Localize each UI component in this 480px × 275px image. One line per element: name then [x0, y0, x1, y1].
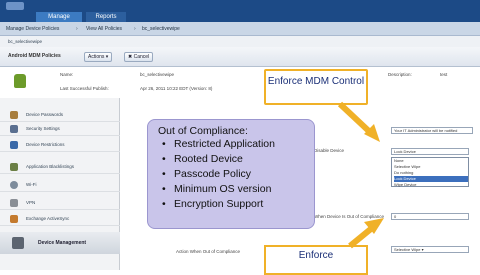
- out-of-compliance-box: Out of Compliance: Restricted Applicatio…: [147, 119, 315, 229]
- compliance-item: Passcode Policy: [162, 167, 314, 182]
- compliance-item: Encryption Support: [162, 197, 314, 212]
- compliance-box-title: Out of Compliance:: [158, 125, 248, 137]
- compliance-list: Restricted Application Rooted Device Pas…: [162, 137, 314, 212]
- compliance-item: Restricted Application: [162, 137, 314, 152]
- arrow-icon: [337, 101, 380, 142]
- compliance-item: Minimum OS version: [162, 182, 314, 197]
- compliance-item: Rooted Device: [162, 152, 314, 167]
- arrow-icon: [348, 218, 384, 249]
